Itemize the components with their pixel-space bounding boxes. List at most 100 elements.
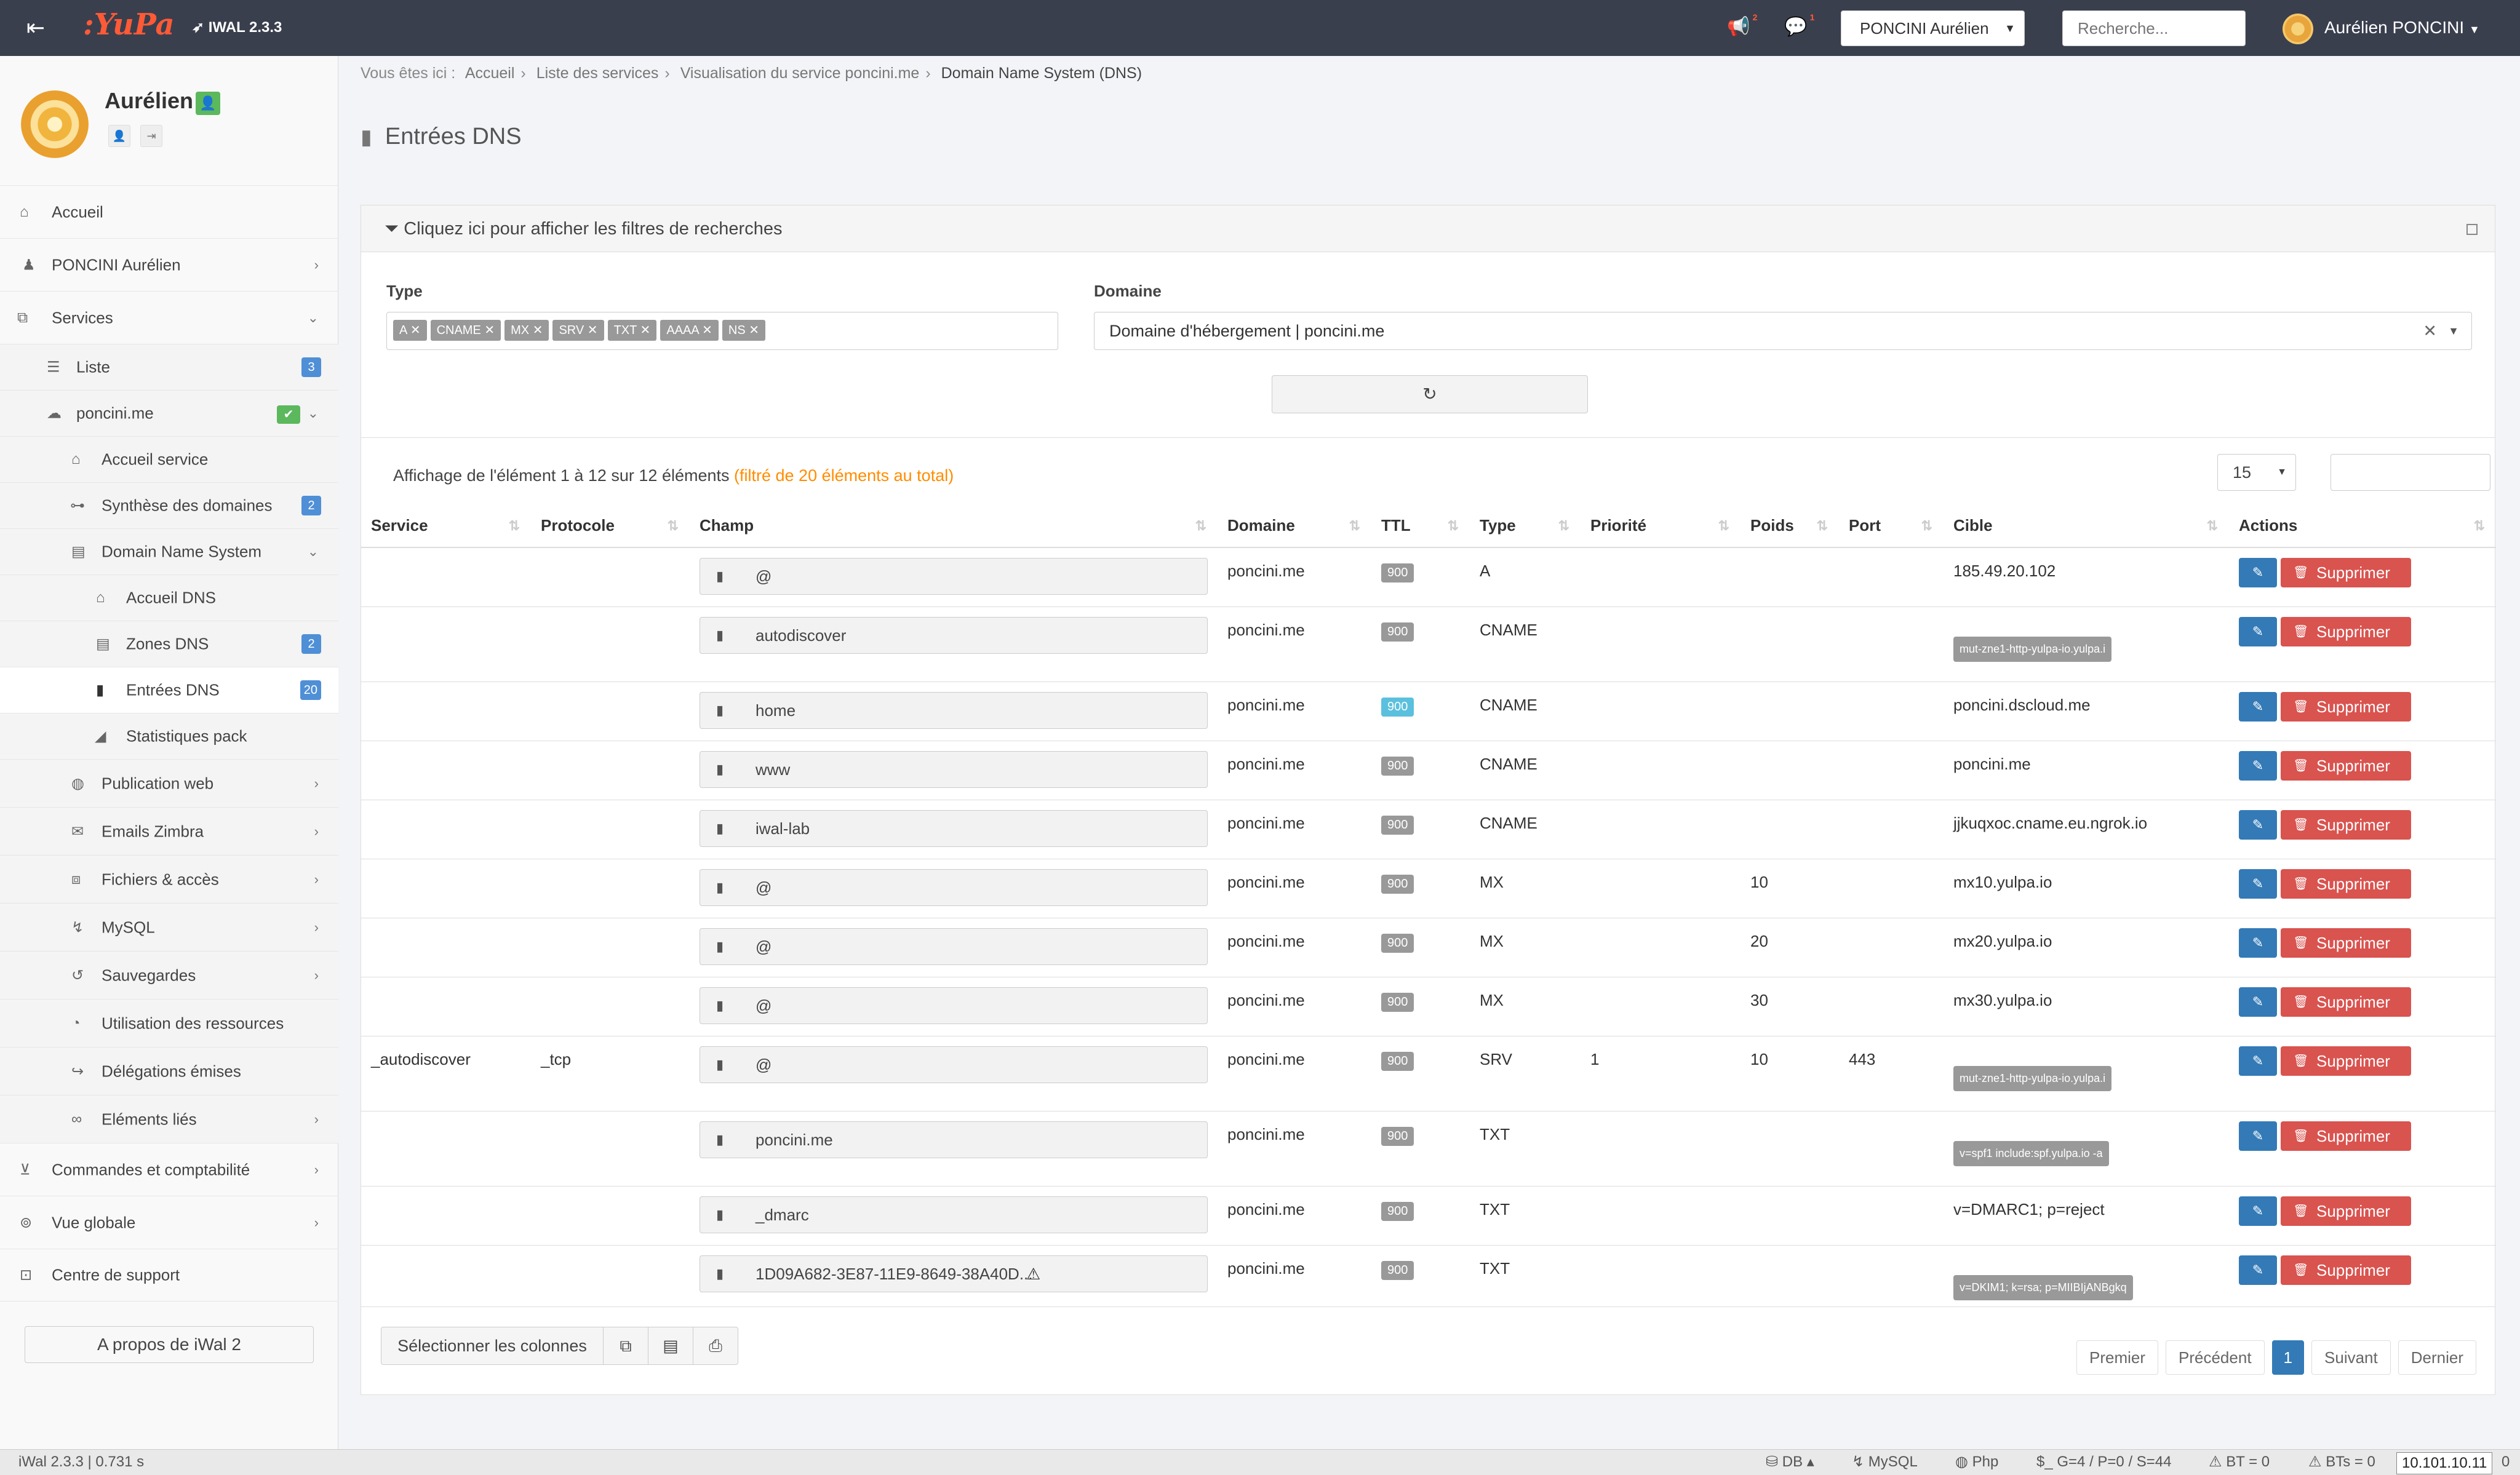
delete-button[interactable]: 🗑 Supprimer [2281,809,2411,840]
champ-field[interactable]: ▮ @ [700,1046,1208,1083]
champ-field[interactable]: ▮ iwal-lab [700,809,1208,847]
search-input[interactable] [2062,10,2246,46]
account-select[interactable]: PONCINI Aurélien ▼ [1841,10,2025,46]
type-tag[interactable]: MX ✕ [504,320,549,341]
edit-button[interactable]: ✎ [2239,558,2277,587]
sidebar-item-liste[interactable]: ☰ Liste 3 [0,344,338,390]
edit-button[interactable]: ✎ [2239,1255,2277,1285]
type-tag[interactable]: A ✕ [393,320,427,341]
sidebar-item-mysql[interactable]: ↯ MySQL › [0,903,338,951]
remove-icon[interactable]: ✕ [702,324,712,337]
sidebar-item-commandes[interactable]: ⊻ Commandes et comptabilité › [0,1143,338,1196]
filters-toggle[interactable]: ⏷ Cliquez ici pour afficher les filtres … [361,205,2495,252]
column-header[interactable]: Priorité ⇅ [1581,504,1740,548]
sidebar-item-vue-globale[interactable]: ⊚ Vue globale › [0,1196,338,1249]
table-search-input[interactable] [2331,454,2490,491]
champ-field[interactable]: ▮ poncini.me [700,1121,1208,1158]
remove-icon[interactable]: ✕ [484,324,495,337]
edit-button[interactable]: ✎ [2239,616,2277,646]
type-filter-input[interactable]: A ✕ CNAME ✕ MX ✕ SRV ✕ TXT ✕ AAAA ✕ NS ✕ [386,312,1058,350]
edit-button[interactable]: ✎ [2239,809,2277,840]
clear-icon[interactable]: ✕ [2423,312,2437,349]
champ-field[interactable]: ▮ @ [700,987,1208,1024]
type-tag[interactable]: CNAME ✕ [430,320,501,341]
page-current-button[interactable]: 1 [2271,1340,2305,1375]
page-length-select[interactable]: 15 ▼ [2217,454,2296,491]
sidebar-item-fichiers[interactable]: ⧈ Fichiers & accès › [0,855,338,903]
page-last-button[interactable]: Dernier [2398,1340,2476,1375]
announcements-icon[interactable]: 📢 2 [1727,12,1757,38]
domain-select[interactable]: Domaine d'hébergement | poncini.me ✕ ▼ [1094,312,2472,350]
edit-button[interactable]: ✎ [2239,750,2277,781]
column-header[interactable]: Domaine ⇅ [1218,504,1371,548]
sidebar-item-publication[interactable]: ◍ Publication web › [0,759,338,807]
sidebar-item-sauvegardes[interactable]: ↺ Sauvegardes › [0,951,338,999]
sidebar-item-ressources[interactable]: ◔ Utilisation des ressources [0,999,338,1047]
breadcrumb-item[interactable]: Accueil [465,65,515,82]
status-php[interactable]: ◍ Php [1955,1450,1998,1474]
column-header[interactable]: Actions ⇅ [2229,504,2496,548]
page-prev-button[interactable]: Précédent [2166,1340,2265,1375]
delete-button[interactable]: 🗑 Supprimer [2281,750,2411,781]
sidebar-item-accueil[interactable]: ⌂ Accueil [0,185,338,238]
delete-button[interactable]: 🗑 Supprimer [2281,1121,2411,1151]
refresh-button[interactable]: ↻ [1272,375,1588,413]
column-header[interactable]: TTL ⇅ [1371,504,1470,548]
remove-icon[interactable]: ✕ [640,324,651,337]
champ-field[interactable]: ▮ @ [700,558,1208,595]
sidebar-item-zones-dns[interactable]: ▤ Zones DNS 2 [0,621,338,667]
column-header[interactable]: Type ⇅ [1470,504,1581,548]
status-db[interactable]: ⛁ DB ▴ [1766,1450,1814,1474]
cible-truncated-label[interactable]: mut-zne1-http-yulpa-io.yulpa.i [1953,636,2112,662]
sidebar-item-support[interactable]: ⊡ Centre de support [0,1249,338,1302]
column-header[interactable]: Champ ⇅ [690,504,1218,548]
delete-button[interactable]: 🗑 Supprimer [2281,928,2411,958]
sidebar-item-accueil-dns[interactable]: ⌂ Accueil DNS [0,574,338,621]
chat-icon[interactable]: 💬 1 [1784,12,1814,38]
champ-field[interactable]: ▮ _dmarc [700,1196,1208,1233]
remove-icon[interactable]: ✕ [410,324,421,337]
delete-button[interactable]: 🗑 Supprimer [2281,1196,2411,1226]
brand-logo[interactable]: :YuPa [83,7,175,42]
sidebar-item-poncinime[interactable]: ☁ poncini.me ✔ ⌄ [0,390,338,436]
edit-button[interactable]: ✎ [2239,1046,2277,1076]
cible-truncated-label[interactable]: mut-zne1-http-yulpa-io.yulpa.i [1953,1065,2112,1091]
breadcrumb-item[interactable]: Liste des services [536,65,659,82]
collapse-icon[interactable] [2466,224,2478,235]
sidebar-item-dns[interactable]: ▤ Domain Name System ⌄ [0,528,338,574]
column-header[interactable]: Protocole ⇅ [531,504,690,548]
remove-icon[interactable]: ✕ [588,324,598,337]
type-tag[interactable]: SRV ✕ [552,320,604,341]
breadcrumb-item[interactable]: Visualisation du service poncini.me [680,65,920,82]
edit-button[interactable]: ✎ [2239,1196,2277,1226]
column-header[interactable]: Poids ⇅ [1740,504,1839,548]
column-header[interactable]: Cible ⇅ [1944,504,2229,548]
edit-button[interactable]: ✎ [2239,691,2277,722]
cible-truncated-label[interactable]: v=DKIM1; k=rsa; p=MIIBIjANBgkq [1953,1274,2133,1300]
delete-button[interactable]: 🗑 Supprimer [2281,691,2411,722]
edit-button[interactable]: ✎ [2239,987,2277,1017]
edit-button[interactable]: ✎ [2239,869,2277,899]
delete-button[interactable]: 🗑 Supprimer [2281,869,2411,899]
sidebar-item-elements[interactable]: ∞ Eléments liés › [0,1095,338,1143]
delete-button[interactable]: 🗑 Supprimer [2281,987,2411,1017]
champ-field[interactable]: ▮ autodiscover [700,616,1208,654]
select-columns-button[interactable]: Sélectionner les colonnes [381,1327,604,1365]
about-button[interactable]: A propos de iWal 2 [25,1326,314,1363]
page-first-button[interactable]: Premier [2076,1340,2159,1375]
delete-button[interactable]: 🗑 Supprimer [2281,1255,2411,1285]
sidebar-item-accueil-service[interactable]: ⌂ Accueil service [0,436,338,482]
sidebar-item-delegations[interactable]: ↪ Délégations émises [0,1047,338,1095]
remove-icon[interactable]: ✕ [533,324,543,337]
cible-truncated-label[interactable]: v=spf1 include:spf.yulpa.io -a [1953,1140,2109,1166]
logout-icon[interactable]: ⇥ [140,125,162,147]
csv-export-icon[interactable]: ▤ [648,1327,693,1365]
sidebar-item-poncini[interactable]: ♟ PONCINI Aurélien › [0,238,338,291]
profile-icon[interactable]: 👤 [108,125,130,147]
type-tag[interactable]: NS ✕ [722,320,766,341]
sidebar-item-services[interactable]: ⧉ Services ⌄ [0,291,338,344]
print-icon[interactable]: ⎙ [693,1327,738,1365]
copy-icon[interactable]: ⧉ [603,1327,648,1365]
edit-button[interactable]: ✎ [2239,928,2277,958]
champ-field[interactable]: ▮ @ [700,928,1208,965]
